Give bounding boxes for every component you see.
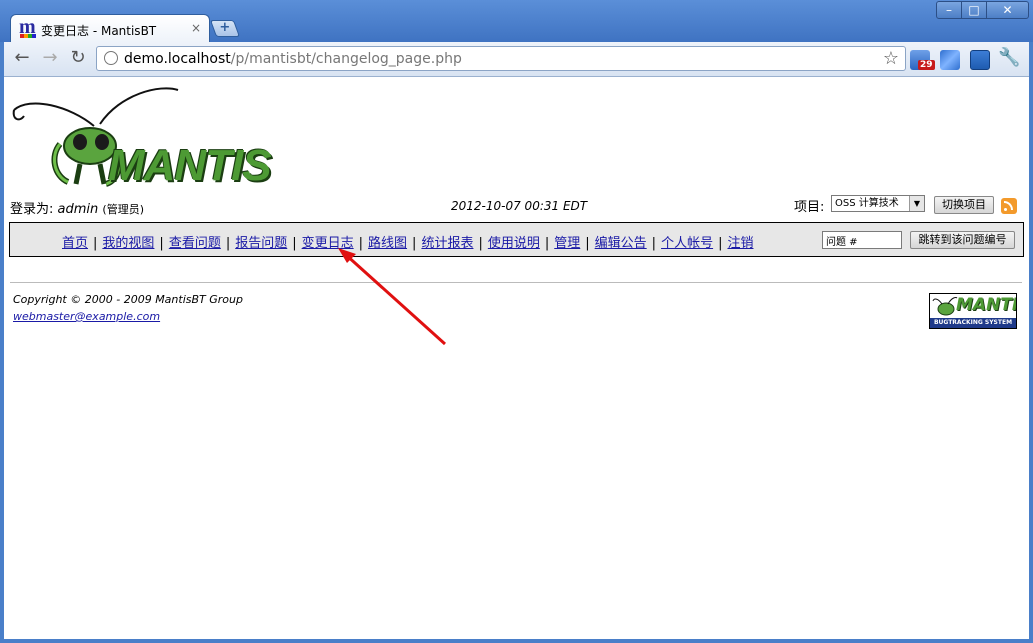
minimize-button[interactable]: – (936, 1, 962, 19)
url-text: demo.localhost/p/mantisbt/changelog_page… (124, 51, 462, 67)
browser-tab[interactable]: m 变更日志 - MantisBT × (10, 14, 210, 42)
user-role: (管理员) (102, 203, 144, 216)
menu-separator: | (651, 236, 657, 251)
back-icon[interactable]: ← (10, 47, 34, 69)
tab-title: 变更日志 - MantisBT (41, 24, 157, 38)
footer-divider (10, 282, 1022, 283)
menu-links: 首页 | 我的视图 | 查看问题 | 报告问题 | 变更日志 | 路线图 | 统计报表 | 使用说明 | 管理 |… (62, 232, 753, 251)
menu-item-3[interactable]: 报告问题 (235, 236, 287, 251)
powered-by-mantis-logo[interactable]: MANTIS BUGTRACKING SYSTEM (929, 293, 1017, 329)
plus-icon: + (219, 20, 231, 35)
mantis-favicon-icon: m (19, 16, 36, 38)
menu-item-2[interactable]: 查看问题 (169, 236, 221, 251)
menu-separator: | (718, 236, 723, 251)
menu-separator: | (225, 236, 231, 251)
menu-item-10[interactable]: 个人帐号 (661, 236, 713, 251)
login-info: 登录为: admin (管理员) (10, 198, 144, 217)
switch-project-button[interactable]: 切换项目 (934, 196, 994, 214)
browser-toolbar: ← → ↻ demo.localhost/p/mantisbt/changelo… (4, 42, 1029, 77)
reload-icon[interactable]: ↻ (66, 47, 90, 69)
project-select[interactable]: OSS 计算技术 ▼ (831, 195, 925, 212)
copyright-text: Copyright © 2000 - 2009 MantisBT Group (13, 293, 243, 306)
username: admin (57, 202, 99, 217)
menu-separator: | (478, 236, 483, 251)
globe-icon (104, 51, 118, 65)
page-content: MANTIS 登录为: admin (管理员) 2012-10-07 00:31… (4, 77, 1029, 639)
chevron-down-icon: ▼ (909, 196, 924, 211)
menu-item-5[interactable]: 路线图 (368, 236, 407, 251)
project-selected-value: OSS 计算技术 (835, 198, 899, 209)
menu-item-4[interactable]: 变更日志 (302, 236, 354, 251)
mantis-logo[interactable]: MANTIS (10, 86, 272, 190)
login-label: 登录为: (10, 202, 54, 217)
extension-badge: 29 (918, 60, 935, 70)
project-label: 项目: (794, 200, 825, 215)
current-datetime: 2012-10-07 00:31 EDT (451, 199, 588, 213)
menu-item-9[interactable]: 编辑公告 (595, 236, 647, 251)
menu-separator: | (412, 236, 417, 251)
menu-separator: | (585, 236, 590, 251)
maximize-button[interactable]: □ (961, 1, 987, 19)
menu-item-0[interactable]: 首页 (62, 236, 88, 251)
menu-item-7[interactable]: 使用说明 (488, 236, 540, 251)
rss-feed-icon[interactable] (1001, 198, 1017, 214)
mail-extension-icon[interactable]: 29 (910, 50, 935, 70)
screen-capture-icon[interactable] (970, 50, 990, 70)
url-host: demo.localhost (124, 51, 231, 67)
bookmark-star-icon[interactable]: ☆ (883, 48, 899, 69)
close-tab-icon[interactable]: × (191, 21, 201, 35)
title-bar: m 变更日志 - MantisBT × + – □ ✕ (0, 0, 1033, 42)
extension-icon[interactable] (940, 50, 960, 70)
new-tab-button[interactable]: + (209, 20, 241, 37)
menu-item-1[interactable]: 我的视图 (102, 236, 154, 251)
powered-subtitle: BUGTRACKING SYSTEM (930, 318, 1016, 328)
address-bar[interactable]: demo.localhost/p/mantisbt/changelog_page… (96, 46, 906, 71)
menu-separator: | (292, 236, 297, 251)
menu-item-8[interactable]: 管理 (554, 236, 580, 251)
logo-wordmark: MANTIS (108, 141, 272, 190)
webmaster-email-link[interactable]: webmaster@example.com (13, 310, 160, 323)
menu-separator: | (544, 236, 550, 251)
issue-number-input[interactable] (822, 231, 902, 249)
browser-window: m 变更日志 - MantisBT × + – □ ✕ ← → ↻ demo.l… (0, 0, 1033, 643)
menu-separator: | (93, 236, 98, 251)
forward-icon[interactable]: → (38, 47, 62, 69)
url-path: /p/mantisbt/changelog_page.php (230, 51, 462, 67)
jump-to-issue-button[interactable]: 跳转到该问题编号 (910, 231, 1015, 249)
close-window-button[interactable]: ✕ (986, 1, 1029, 19)
menu-item-6[interactable]: 统计报表 (421, 236, 473, 251)
menu-item-11[interactable]: 注销 (727, 236, 753, 251)
menu-separator: | (159, 236, 164, 251)
main-menu: 首页 | 我的视图 | 查看问题 | 报告问题 | 变更日志 | 路线图 | 统计报表 | 使用说明 | 管理 |… (9, 222, 1024, 257)
menu-separator: | (358, 236, 364, 251)
powered-wordmark: MANTIS (956, 295, 1016, 315)
wrench-menu-icon[interactable]: 🔧 (998, 47, 1020, 68)
